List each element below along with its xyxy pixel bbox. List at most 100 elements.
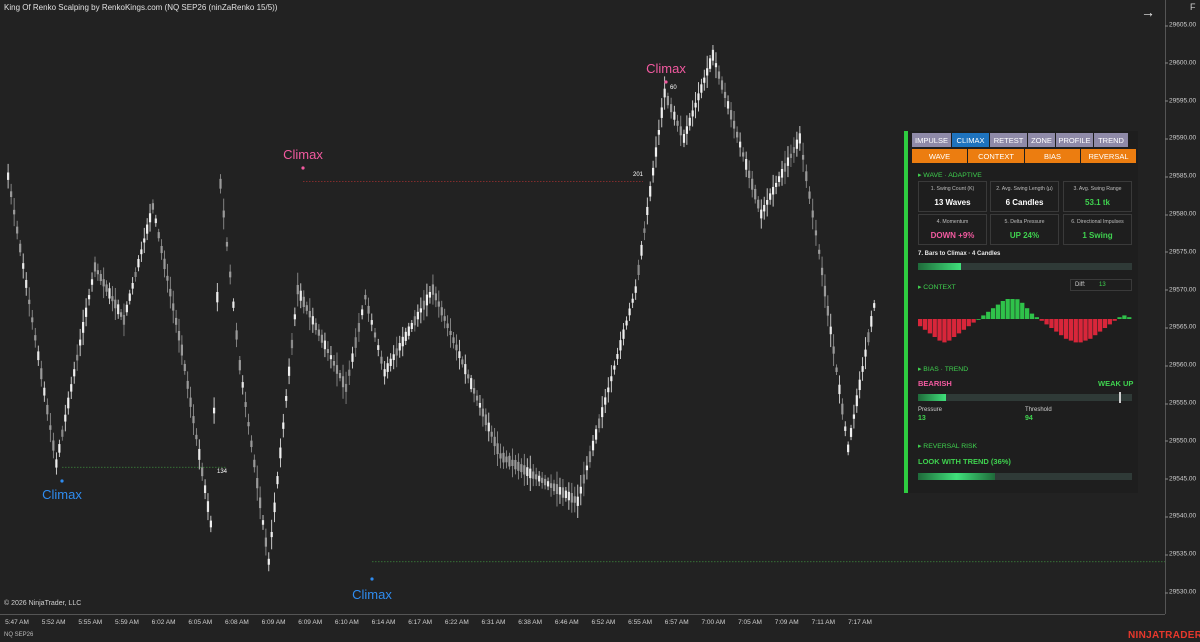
candle[interactable] xyxy=(452,337,455,344)
candle[interactable] xyxy=(290,339,294,349)
candle[interactable] xyxy=(166,275,169,281)
candle[interactable] xyxy=(267,558,270,565)
candle[interactable] xyxy=(117,304,120,315)
candle[interactable] xyxy=(40,368,43,380)
candle[interactable] xyxy=(140,249,143,255)
candle[interactable] xyxy=(299,290,302,301)
candle[interactable] xyxy=(663,88,666,98)
candle[interactable] xyxy=(631,298,634,303)
candle[interactable] xyxy=(440,307,443,316)
candle[interactable] xyxy=(122,314,126,325)
tab-profile[interactable]: PROFILE xyxy=(1056,133,1094,147)
candle[interactable] xyxy=(546,481,550,487)
candle[interactable] xyxy=(259,497,262,509)
candle[interactable] xyxy=(838,384,841,395)
candle[interactable] xyxy=(601,407,604,418)
candle[interactable] xyxy=(146,224,149,234)
candle[interactable] xyxy=(811,210,814,218)
candle[interactable] xyxy=(19,243,22,253)
candle[interactable] xyxy=(84,307,88,317)
candle[interactable] xyxy=(708,58,712,69)
candle[interactable] xyxy=(172,303,175,311)
candle[interactable] xyxy=(344,383,348,392)
candle[interactable] xyxy=(31,317,34,323)
candle[interactable] xyxy=(125,304,128,313)
candle[interactable] xyxy=(425,294,429,306)
candle[interactable] xyxy=(467,374,470,379)
candle[interactable] xyxy=(829,326,832,335)
candle[interactable] xyxy=(855,395,858,407)
candle[interactable] xyxy=(555,484,559,495)
candle[interactable] xyxy=(395,348,398,356)
candle[interactable] xyxy=(43,387,46,396)
candle[interactable] xyxy=(795,139,798,149)
candle[interactable] xyxy=(232,301,235,308)
candle[interactable] xyxy=(96,270,99,275)
candle[interactable] xyxy=(128,293,131,301)
candle[interactable] xyxy=(422,300,425,310)
candle[interactable] xyxy=(293,314,296,320)
candle[interactable] xyxy=(622,329,625,339)
candle[interactable] xyxy=(514,459,517,470)
candle[interactable] xyxy=(711,49,715,61)
candle[interactable] xyxy=(458,351,461,359)
tab-retest[interactable]: RETEST xyxy=(990,133,1028,147)
candle[interactable] xyxy=(657,130,660,135)
candle[interactable] xyxy=(735,131,739,138)
candle[interactable] xyxy=(108,288,111,299)
candle[interactable] xyxy=(748,170,751,178)
candle[interactable] xyxy=(591,440,595,451)
candle[interactable] xyxy=(137,258,140,268)
candle[interactable] xyxy=(367,305,370,314)
candle[interactable] xyxy=(34,335,37,341)
candle[interactable] xyxy=(119,312,123,317)
candle[interactable] xyxy=(475,395,479,401)
tab-context[interactable]: CONTEXT xyxy=(968,149,1025,163)
candle[interactable] xyxy=(276,476,279,485)
candle[interactable] xyxy=(649,186,652,197)
candle[interactable] xyxy=(70,384,73,392)
candle[interactable] xyxy=(588,451,592,463)
candle[interactable] xyxy=(723,91,727,98)
candle[interactable] xyxy=(148,213,152,223)
candle[interactable] xyxy=(302,296,305,307)
candle[interactable] xyxy=(386,363,389,372)
candle[interactable] xyxy=(826,305,829,316)
candle[interactable] xyxy=(250,440,253,448)
candle[interactable] xyxy=(844,426,847,431)
candle[interactable] xyxy=(700,84,703,93)
candle[interactable] xyxy=(523,465,526,475)
reversal-section-header[interactable]: ▸ REVERSAL RISK xyxy=(918,442,977,450)
candle[interactable] xyxy=(732,120,736,129)
candle[interactable] xyxy=(7,172,10,180)
candle[interactable] xyxy=(383,369,386,377)
candle[interactable] xyxy=(706,68,709,76)
candle[interactable] xyxy=(783,163,787,172)
candle[interactable] xyxy=(216,291,219,303)
candle[interactable] xyxy=(180,344,183,356)
candle[interactable] xyxy=(697,93,700,101)
candle[interactable] xyxy=(685,126,688,134)
candle[interactable] xyxy=(105,284,108,292)
candle[interactable] xyxy=(157,232,160,239)
candle[interactable] xyxy=(607,387,610,393)
candle[interactable] xyxy=(151,203,155,210)
candle[interactable] xyxy=(428,291,432,298)
candle[interactable] xyxy=(373,332,377,338)
candle[interactable] xyxy=(604,397,607,405)
candle[interactable] xyxy=(203,485,207,494)
candle[interactable] xyxy=(154,218,157,224)
candle[interactable] xyxy=(739,141,742,148)
time-axis[interactable]: 5:47 AM 5:52 AM 5:55 AM 5:59 AM 6:02 AM 6:05 … xyxy=(0,614,1165,629)
candle[interactable] xyxy=(222,210,225,218)
candle[interactable] xyxy=(189,397,192,407)
candle[interactable] xyxy=(792,147,796,153)
candle[interactable] xyxy=(549,483,553,488)
candle[interactable] xyxy=(404,331,407,341)
candle[interactable] xyxy=(58,444,61,453)
candle[interactable] xyxy=(579,486,582,494)
candle[interactable] xyxy=(481,408,485,417)
candle[interactable] xyxy=(134,272,137,277)
candle[interactable] xyxy=(10,191,13,198)
candle[interactable] xyxy=(392,354,395,361)
